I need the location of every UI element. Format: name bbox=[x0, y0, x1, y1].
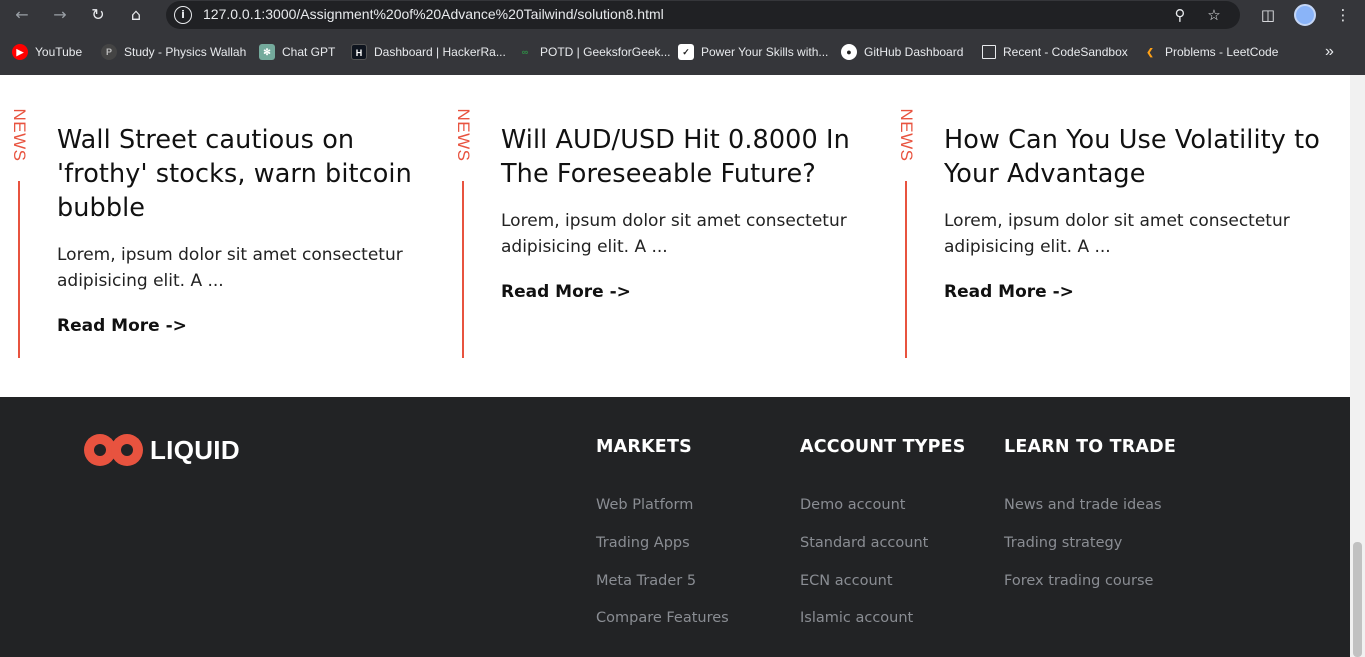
bookmark-codesandbox[interactable]: Recent - CodeSandbox bbox=[982, 42, 1128, 62]
footer-column-heading: LEARN TO TRADE bbox=[1004, 437, 1177, 457]
scrollbar-thumb[interactable] bbox=[1353, 542, 1362, 657]
bookmark-label: YouTube bbox=[35, 45, 83, 59]
footer-link[interactable]: Forex trading course bbox=[1004, 573, 1153, 589]
bookmark-star-icon[interactable]: ☆ bbox=[1204, 5, 1224, 25]
page-viewport: NEWS Wall Street cautious on 'frothy' st… bbox=[0, 75, 1350, 657]
zoom-icon[interactable]: ⚲ bbox=[1170, 5, 1190, 25]
news-divider-line bbox=[905, 181, 907, 358]
bookmark-label: GitHub Dashboard bbox=[864, 45, 964, 59]
news-divider-line bbox=[462, 181, 464, 358]
bookmark-physics-wallah[interactable]: P Study - Physics Wallah bbox=[101, 42, 246, 62]
bookmark-label: Problems - LeetCode bbox=[1165, 45, 1279, 59]
site-footer: LIQUID MARKETS Web Platform Trading Apps… bbox=[0, 397, 1350, 657]
footer-logo[interactable]: LIQUID bbox=[84, 433, 240, 467]
youtube-icon: ▶ bbox=[12, 44, 28, 60]
bookmark-geeksforgeeks[interactable]: ∞ POTD | GeeksforGeek... bbox=[517, 42, 671, 62]
footer-column-markets: MARKETS Web Platform Trading Apps Meta T… bbox=[596, 437, 729, 626]
bookmarks-bar: ▶ YouTube P Study - Physics Wallah ✻ Cha… bbox=[0, 38, 1365, 66]
footer-column-account-types: ACCOUNT TYPES Demo account Standard acco… bbox=[800, 437, 966, 626]
news-card-title: Wall Street cautious on 'frothy' stocks,… bbox=[57, 125, 412, 223]
codesandbox-icon bbox=[982, 45, 996, 59]
bookmark-label: Dashboard | HackerRa... bbox=[374, 45, 506, 59]
news-card-excerpt: Lorem, ipsum dolor sit amet consectetur … bbox=[57, 245, 403, 291]
news-card: NEWS Will AUD/USD Hit 0.8000 In The Fore… bbox=[452, 75, 882, 397]
footer-column-learn-to-trade: LEARN TO TRADE News and trade ideas Trad… bbox=[1004, 437, 1177, 589]
read-more-link[interactable]: Read More -> bbox=[501, 282, 631, 302]
read-more-link[interactable]: Read More -> bbox=[944, 282, 1074, 302]
news-card-excerpt: Lorem, ipsum dolor sit amet consectetur … bbox=[944, 211, 1290, 257]
news-tag: NEWS bbox=[895, 107, 917, 163]
bookmark-label: Study - Physics Wallah bbox=[124, 45, 247, 59]
bookmark-hackerrank[interactable]: H Dashboard | HackerRa... bbox=[351, 42, 506, 62]
footer-link[interactable]: News and trade ideas bbox=[1004, 497, 1162, 513]
bookmark-power-skills[interactable]: ✓ Power Your Skills with... bbox=[678, 42, 828, 62]
address-url[interactable]: 127.0.0.1:3000/Assignment%20of%20Advance… bbox=[203, 6, 664, 22]
more-bookmarks-chevron-icon[interactable]: » bbox=[1325, 42, 1334, 62]
news-card: NEWS Wall Street cautious on 'frothy' st… bbox=[8, 75, 438, 397]
physics-wallah-icon: P bbox=[101, 44, 117, 60]
profile-avatar-icon[interactable] bbox=[1294, 4, 1316, 26]
bookmark-label: Recent - CodeSandbox bbox=[1003, 45, 1128, 59]
bookmark-chat-gpt[interactable]: ✻ Chat GPT bbox=[259, 42, 335, 62]
footer-link[interactable]: Trading Apps bbox=[596, 535, 690, 551]
news-tag-label: NEWS bbox=[454, 108, 473, 162]
bookmark-label: Chat GPT bbox=[282, 45, 336, 59]
read-more-link[interactable]: Read More -> bbox=[57, 316, 187, 336]
browser-toolbar: ← → ↻ ⌂ i 127.0.0.1:3000/Assignment%20of… bbox=[0, 0, 1365, 30]
footer-column-heading: ACCOUNT TYPES bbox=[800, 437, 966, 457]
bookmark-leetcode[interactable]: ❮ Problems - LeetCode bbox=[1142, 42, 1278, 62]
news-tag: NEWS bbox=[452, 107, 474, 163]
bookmark-label: Power Your Skills with... bbox=[701, 45, 829, 59]
geeksforgeeks-icon: ∞ bbox=[521, 47, 529, 57]
browser-chrome: ← → ↻ ⌂ i 127.0.0.1:3000/Assignment%20of… bbox=[0, 0, 1365, 75]
footer-link[interactable]: Web Platform bbox=[596, 497, 693, 513]
leetcode-icon: ❮ bbox=[1146, 47, 1154, 57]
bookmark-youtube[interactable]: ▶ YouTube bbox=[12, 42, 82, 62]
news-divider-line bbox=[18, 181, 20, 358]
news-card: NEWS How Can You Use Volatility to Your … bbox=[895, 75, 1335, 397]
page-scrollbar[interactable] bbox=[1350, 75, 1365, 657]
menu-kebab-icon[interactable]: ⋮ bbox=[1331, 3, 1355, 27]
footer-link[interactable]: Meta Trader 5 bbox=[596, 573, 696, 589]
bookmark-label: POTD | GeeksforGeek... bbox=[540, 45, 671, 59]
bookmark-github[interactable]: ● GitHub Dashboard bbox=[841, 42, 963, 62]
footer-link[interactable]: Compare Features bbox=[596, 610, 729, 626]
liquid-logo-icon bbox=[84, 433, 143, 467]
news-tag-label: NEWS bbox=[10, 108, 29, 162]
logo-text: LIQUID bbox=[150, 434, 240, 465]
footer-link[interactable]: ECN account bbox=[800, 573, 893, 589]
address-bar[interactable]: i 127.0.0.1:3000/Assignment%20of%20Advan… bbox=[166, 1, 1240, 29]
site-info-icon[interactable]: i bbox=[174, 6, 192, 24]
back-arrow-icon[interactable]: ← bbox=[10, 3, 34, 27]
news-tag-label: NEWS bbox=[897, 108, 916, 162]
reload-icon[interactable]: ↻ bbox=[86, 3, 110, 27]
news-card-title: Will AUD/USD Hit 0.8000 In The Foreseeab… bbox=[501, 125, 850, 189]
footer-link[interactable]: Standard account bbox=[800, 535, 928, 551]
footer-link[interactable]: Demo account bbox=[800, 497, 905, 513]
footer-link[interactable]: Islamic account bbox=[800, 610, 913, 626]
news-tag: NEWS bbox=[8, 107, 30, 163]
forward-arrow-icon[interactable]: → bbox=[48, 3, 72, 27]
home-icon[interactable]: ⌂ bbox=[124, 3, 148, 27]
news-card-title: How Can You Use Volatility to Your Advan… bbox=[944, 125, 1320, 189]
skills-icon: ✓ bbox=[678, 44, 694, 60]
github-icon: ● bbox=[841, 44, 857, 60]
hackerrank-icon: H bbox=[351, 44, 367, 60]
footer-column-heading: MARKETS bbox=[596, 437, 692, 457]
chatgpt-icon: ✻ bbox=[259, 44, 275, 60]
footer-link[interactable]: Trading strategy bbox=[1004, 535, 1122, 551]
side-panel-icon[interactable]: ◫ bbox=[1256, 3, 1280, 27]
news-card-excerpt: Lorem, ipsum dolor sit amet consectetur … bbox=[501, 211, 847, 257]
